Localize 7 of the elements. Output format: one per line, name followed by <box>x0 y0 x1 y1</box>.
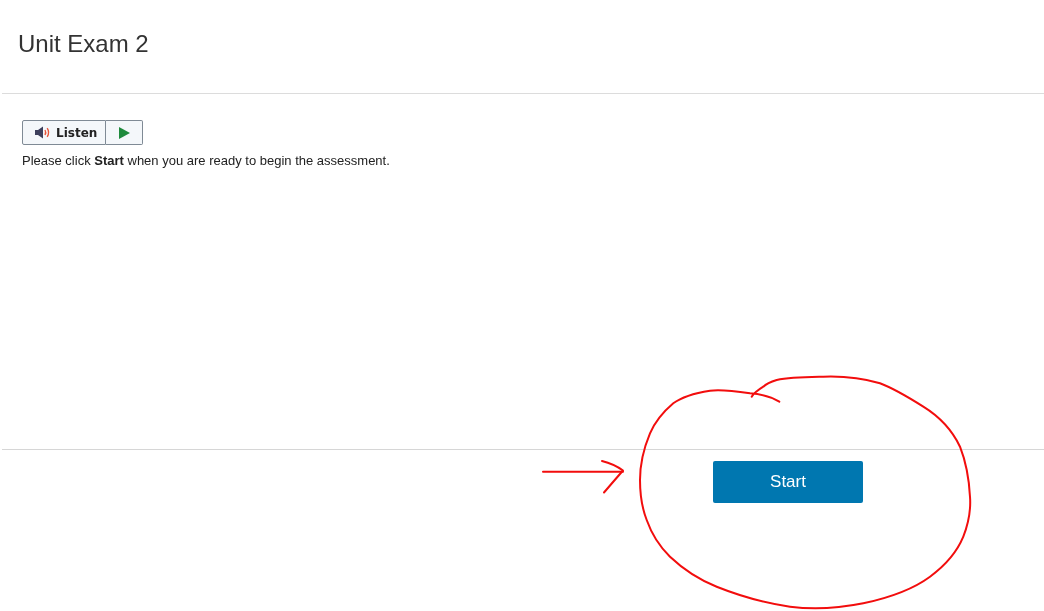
play-icon <box>119 126 131 139</box>
page-title: Unit Exam 2 <box>18 29 149 59</box>
play-button[interactable] <box>106 120 144 145</box>
speaker-icon <box>35 126 51 139</box>
start-button[interactable]: Start <box>713 461 863 503</box>
listen-button[interactable]: Listen <box>22 120 107 145</box>
instructions-text: Please click Start when you are ready to begin the assessment. <box>22 153 390 169</box>
